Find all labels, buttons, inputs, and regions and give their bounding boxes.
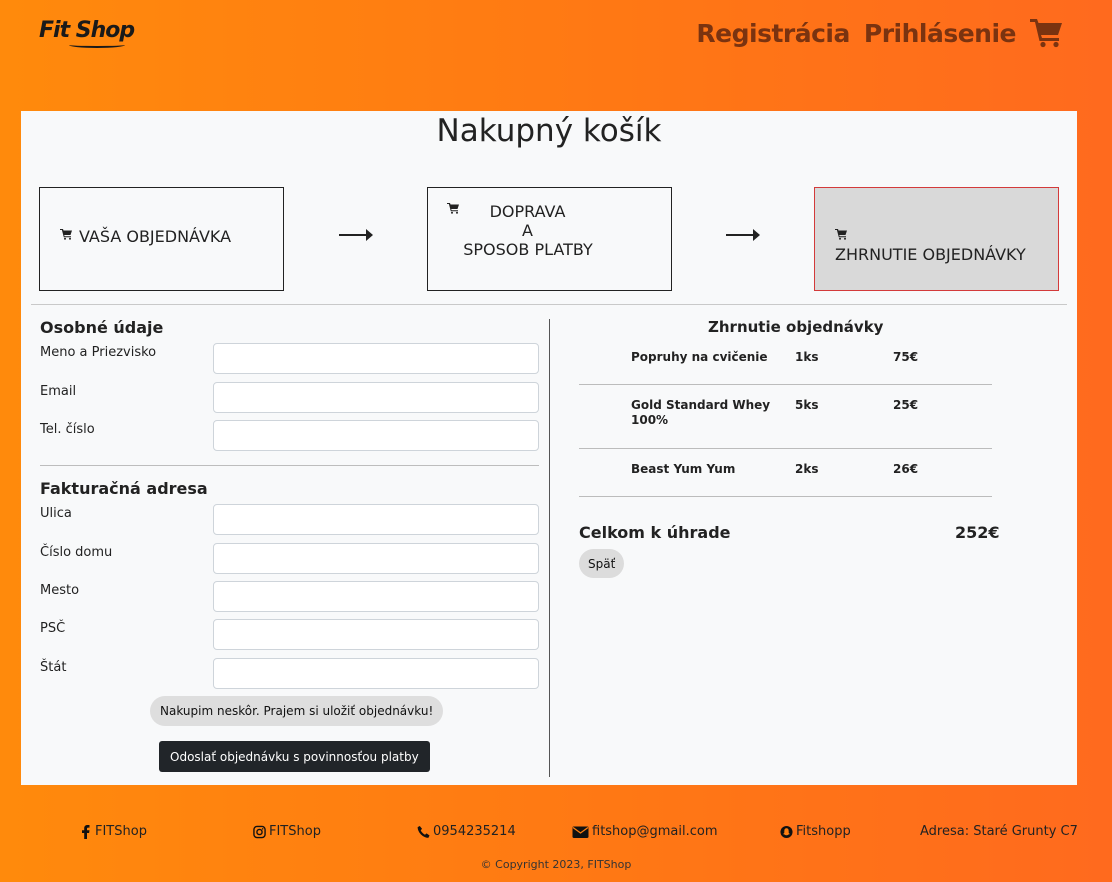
facebook-icon [82, 824, 90, 839]
facebook-label: FITShop [95, 824, 147, 839]
step-label-line1: DOPRAVA [489, 202, 566, 221]
footer-address: Adresa: Staré Grunty C7 [920, 824, 1078, 839]
email-field[interactable] [213, 382, 539, 413]
cart-icon [835, 229, 847, 240]
logo-swoosh [69, 42, 125, 48]
item-name: Beast Yum Yum [631, 462, 736, 476]
divider [579, 384, 992, 385]
address-text: Adresa: Staré Grunty C7 [920, 824, 1078, 839]
top-nav: Registrácia Prihlásenie [696, 18, 1062, 48]
step-label-line2: A [522, 221, 533, 240]
arrow-right-icon [339, 229, 373, 241]
street-label: Ulica [40, 506, 72, 521]
item-qty: 1ks [795, 350, 819, 364]
step-your-order[interactable]: VAŠA OBJEDNÁVKA [39, 187, 284, 291]
item-price: 26€ [893, 462, 919, 476]
step-shipping-payment[interactable]: DOPRAVA A SPOSOB PLATBY [427, 187, 672, 291]
footer-email-link[interactable]: fitshop@gmail.com [572, 824, 718, 839]
email-label: Email [40, 384, 77, 399]
cart-icon [447, 203, 459, 214]
envelope-icon [572, 826, 589, 838]
name-field[interactable] [213, 343, 539, 374]
house-number-label: Číslo domu [40, 545, 113, 560]
logo[interactable]: Fit Shop [39, 18, 135, 48]
cart-icon [60, 229, 72, 240]
instagram-label: FITShop [269, 824, 321, 839]
footer-snapchat-link[interactable]: Fitshopp [780, 824, 851, 839]
page-title: Nakupný košík [436, 113, 662, 149]
cart-panel: Nakupný košík VAŠA OBJEDNÁVKA DOPRAVA A … [21, 111, 1077, 785]
footer-instagram-link[interactable]: FITShop [253, 824, 321, 839]
step-label: VAŠA OBJEDNÁVKA [79, 227, 232, 246]
footer-facebook-link[interactable]: FITShop [79, 824, 147, 839]
country-field[interactable] [213, 658, 539, 689]
name-label: Meno a Priezvisko [40, 345, 157, 360]
step-label: DOPRAVA A SPOSOB PLATBY [463, 202, 593, 259]
divider [579, 496, 992, 497]
zip-field[interactable] [213, 619, 539, 650]
country-label: Štát [40, 660, 67, 675]
city-label: Mesto [40, 583, 80, 598]
submit-order-button[interactable]: Odoslať objednávku s povinnosťou platby [159, 741, 430, 772]
item-price: 25€ [893, 398, 919, 412]
footer-phone-link[interactable]: 0954235214 [417, 824, 516, 839]
item-qty: 5ks [795, 398, 819, 412]
snapchat-label: Fitshopp [796, 824, 851, 839]
instagram-icon [253, 825, 266, 838]
item-name: Gold Standard Whey 100% [631, 398, 771, 427]
cart-icon[interactable] [1030, 18, 1062, 48]
logo-fit: Fit [39, 18, 70, 43]
street-field[interactable] [213, 504, 539, 535]
copyright: © Copyright 2023, FITShop [480, 858, 632, 871]
house-number-field[interactable] [213, 543, 539, 574]
zip-label: PSČ [40, 621, 66, 636]
nav-register-link[interactable]: Registrácia [696, 19, 850, 48]
summary-title: Zhrnutie objednávky [708, 318, 884, 336]
item-qty: 2ks [795, 462, 819, 476]
divider [31, 304, 1067, 305]
phone-label: Tel. číslo [40, 422, 95, 437]
item-price: 75€ [893, 350, 919, 364]
total-label: Celkom k úhrade [579, 523, 731, 542]
item-name: Popruhy na cvičenie [631, 350, 768, 364]
save-for-later-button[interactable]: Nakupim neskôr. Prajem si uložiť objedná… [150, 696, 444, 726]
logo-shop: Shop [75, 18, 135, 43]
billing-section-title: Fakturačná adresa [40, 479, 208, 498]
email-address: fitshop@gmail.com [592, 824, 718, 839]
column-divider [549, 319, 550, 777]
step-label-line3: SPOSOB PLATBY [463, 240, 593, 259]
divider [579, 448, 992, 449]
step-label: ZHRNUTIE OBJEDNÁVKY [835, 245, 1026, 264]
city-field[interactable] [213, 581, 539, 612]
snapchat-icon [780, 825, 793, 838]
back-button[interactable]: Späť [579, 549, 625, 578]
nav-login-link[interactable]: Prihlásenie [864, 19, 1017, 48]
phone-field[interactable] [213, 420, 539, 451]
total-value: 252€ [955, 523, 1000, 542]
phone-number: 0954235214 [433, 824, 516, 839]
personal-section-title: Osobné údaje [40, 318, 164, 337]
step-order-summary[interactable]: ZHRNUTIE OBJEDNÁVKY [814, 187, 1059, 291]
arrow-right-icon [726, 229, 760, 241]
phone-icon [417, 825, 430, 838]
divider [40, 465, 539, 466]
